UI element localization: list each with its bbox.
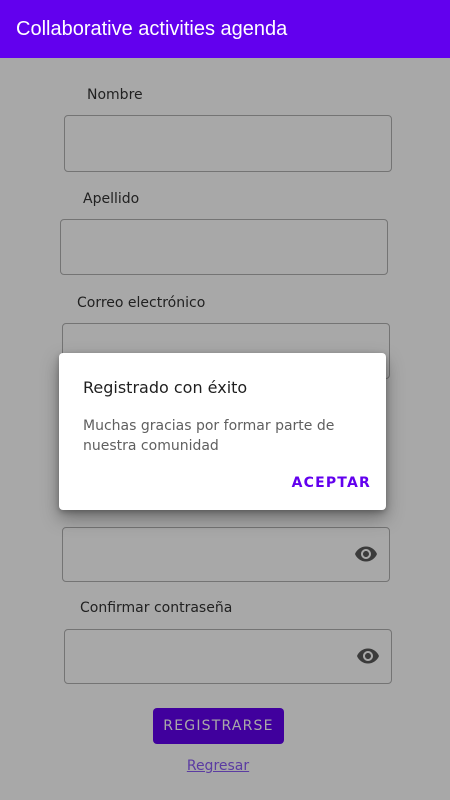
accept-button[interactable]: ACEPTAR	[292, 475, 371, 491]
dialog-message: Muchas gracias por formar parte de nuest…	[83, 418, 335, 454]
app-title: Collaborative activities agenda	[16, 18, 288, 40]
app-bar: Collaborative activities agenda	[0, 0, 450, 58]
success-dialog: Registrado con éxito Muchas gracias por …	[59, 353, 386, 510]
dialog-title: Registrado con éxito	[83, 378, 248, 397]
